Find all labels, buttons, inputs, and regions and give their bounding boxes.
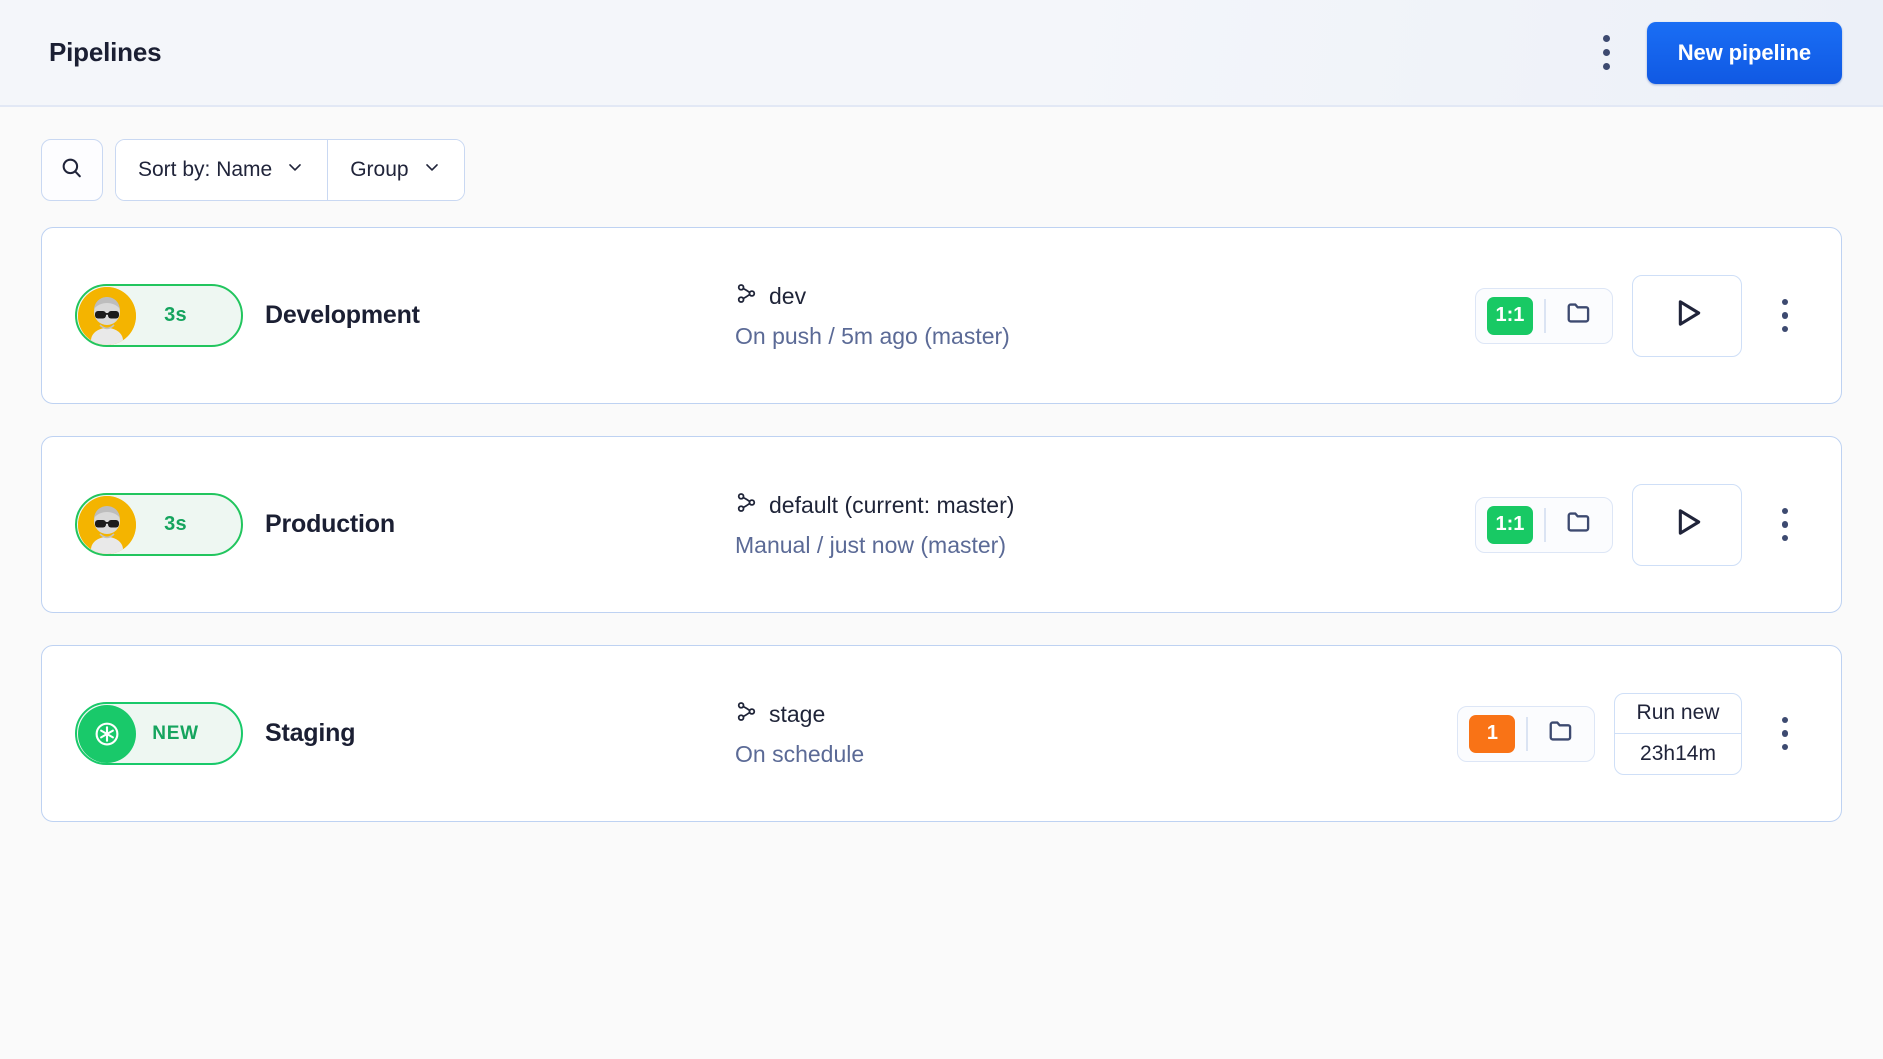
pipeline-info: default (current: master) Manual / just …: [735, 491, 1475, 559]
pipeline-count-group: 1:1: [1474, 496, 1613, 553]
pipeline-status-badge: NEW: [75, 702, 243, 765]
search-icon: [59, 155, 85, 186]
status-label: 3s: [164, 304, 187, 326]
pipeline-kebab-menu-icon[interactable]: [1769, 710, 1801, 758]
page-header: Pipelines New pipeline: [0, 0, 1883, 107]
pipeline-count-group: 1:1: [1474, 287, 1613, 344]
dot: [1781, 507, 1789, 515]
toolbar: Sort by: Name Group: [0, 107, 1883, 201]
dot: [1781, 325, 1789, 333]
folder-icon: [1565, 299, 1593, 332]
search-button[interactable]: [41, 139, 103, 201]
avatar: [78, 286, 136, 345]
divider: [1526, 716, 1528, 751]
folder-icon: [1565, 508, 1593, 541]
header-actions: New pipeline: [1589, 21, 1842, 84]
run-countdown-label: 23h14m: [1615, 733, 1741, 774]
dot: [1781, 730, 1789, 737]
pipeline-count-group: 1: [1457, 705, 1595, 762]
status-label: 3s: [164, 513, 187, 535]
pipeline-branch-row: stage: [735, 700, 1457, 729]
folder-button[interactable]: [1557, 296, 1601, 336]
pipeline-actions: 1 Run new 23h14m: [1457, 692, 1801, 775]
run-pipeline-button[interactable]: [1632, 483, 1742, 566]
git-branch-icon: [735, 700, 758, 729]
sort-by-label: Sort by: Name: [138, 158, 273, 181]
pipeline-branch-row: default (current: master): [735, 491, 1475, 520]
pipeline-name: Staging: [265, 719, 356, 747]
run-count-badge: 1: [1469, 714, 1516, 753]
dot: [1781, 298, 1789, 306]
dot: [1781, 312, 1789, 319]
avatar: [78, 495, 136, 554]
group-label: Group: [350, 158, 409, 181]
git-branch-icon: [735, 282, 758, 311]
pipeline-trigger-label: Manual / just now (master): [735, 531, 1006, 558]
chevron-down-icon: [285, 157, 305, 183]
pipeline-card[interactable]: 3s Development dev On push / 5m ago (mas…: [41, 227, 1842, 404]
branch-label: default (current: master): [769, 491, 1015, 518]
dot: [1603, 35, 1611, 42]
pipeline-actions: 1:1: [1474, 483, 1802, 566]
pipeline-trigger-label: On push / 5m ago (master): [735, 322, 1010, 349]
pipeline-actions: 1:1: [1474, 274, 1802, 357]
divider: [1544, 298, 1546, 333]
git-branch-icon: [735, 491, 758, 520]
folder-button[interactable]: [1539, 714, 1583, 754]
filter-segmented-control: Sort by: Name Group: [115, 139, 465, 201]
run-count-badge: 1:1: [1486, 505, 1534, 544]
pipeline-branch-row: dev: [735, 282, 1475, 311]
run-new-label: Run new: [1636, 701, 1720, 725]
pipeline-info: dev On push / 5m ago (master): [735, 282, 1475, 350]
pipeline-status-badge: 3s: [75, 493, 243, 556]
divider: [1544, 507, 1546, 542]
dot: [1781, 534, 1789, 542]
pipeline-card[interactable]: 3s Production default (current: master) …: [41, 436, 1842, 613]
dot: [1781, 521, 1789, 528]
pipeline-name: Production: [265, 510, 395, 538]
pipeline-info: stage On schedule: [735, 700, 1457, 768]
play-icon: [1667, 502, 1707, 547]
branch-label: dev: [769, 282, 807, 309]
folder-button[interactable]: [1557, 505, 1601, 545]
header-kebab-menu-icon[interactable]: [1589, 31, 1625, 75]
sort-by-dropdown[interactable]: Sort by: Name: [116, 140, 328, 200]
run-pipeline-button[interactable]: [1632, 274, 1742, 357]
status-label: NEW: [152, 722, 199, 744]
pipeline-status-badge: 3s: [75, 284, 243, 347]
pipeline-name: Development: [265, 301, 420, 329]
run-count-badge: 1:1: [1486, 296, 1534, 335]
run-pipeline-button[interactable]: Run new 23h14m: [1614, 692, 1742, 775]
dot: [1781, 716, 1789, 724]
chevron-down-icon: [422, 157, 442, 183]
pipeline-trigger-label: On schedule: [735, 740, 865, 767]
group-dropdown[interactable]: Group: [327, 140, 464, 200]
folder-icon: [1547, 717, 1575, 750]
pipeline-kebab-menu-icon[interactable]: [1769, 501, 1801, 549]
dot: [1603, 49, 1611, 56]
play-icon: [1667, 293, 1707, 338]
pipeline-list: 3s Development dev On push / 5m ago (mas…: [0, 201, 1883, 822]
new-pipeline-button[interactable]: New pipeline: [1646, 21, 1842, 84]
branch-label: stage: [769, 700, 826, 727]
pipeline-kebab-menu-icon[interactable]: [1769, 292, 1801, 340]
dot: [1781, 743, 1789, 751]
dot: [1603, 63, 1611, 70]
page-title: Pipelines: [49, 37, 162, 67]
new-status-icon: [78, 704, 136, 763]
pipeline-card[interactable]: NEW Staging stage On schedule 1 Run new …: [41, 645, 1842, 822]
